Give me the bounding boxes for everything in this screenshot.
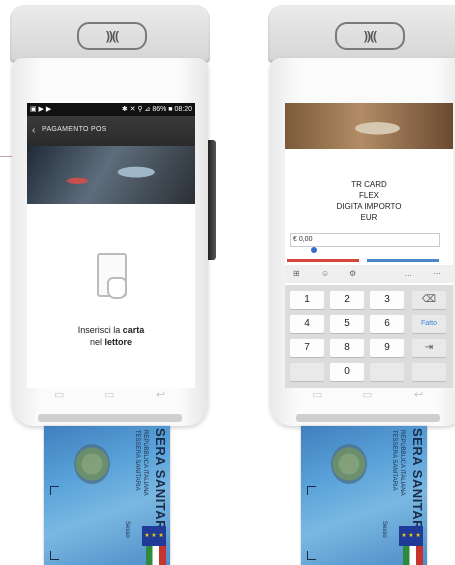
back-icon[interactable]: ↩ [156,388,165,401]
navigation-keys: ▭ ▭ ↩ [268,388,455,402]
card-type: FLEX [358,191,379,200]
hand-icon [107,277,127,299]
keyboard-toolbar-item[interactable]: ⊞ [293,269,300,278]
sex-label: Sesso [124,521,130,538]
card-name: TR CARD [351,180,387,189]
emblem-icon [74,444,110,484]
chevron-left-icon[interactable]: ‹ [32,125,35,136]
contactless-icon: ))(( [77,22,147,50]
key-0[interactable]: 0 [330,363,364,381]
header-image [285,103,453,149]
key-7[interactable]: 7 [290,339,324,357]
key-6[interactable]: 6 [370,315,404,333]
frame-corner [50,486,59,495]
italy-flag-icon [146,546,166,565]
confirm-bar[interactable] [367,259,439,262]
backspace-icon[interactable]: ⌫ [412,291,446,309]
gear-icon[interactable]: ⚙ [349,269,356,278]
app-header: ‹ PAGAMENTO POS [27,116,195,146]
card-issuer-sub: TESSERA SANITARIA [134,430,140,491]
terminal-head: ))(( [268,5,455,63]
done-button[interactable]: Fatto [412,315,446,333]
emoji-icon[interactable]: ☺ [321,269,329,278]
key-9[interactable]: 9 [370,339,404,357]
page-title: PAGAMENTO POS [42,126,107,133]
menu-icon[interactable]: ⋯ [433,269,441,278]
next-icon[interactable]: ⇥ [412,339,446,357]
home-icon[interactable]: ▭ [362,388,372,401]
recent-apps-icon[interactable]: ▭ [54,388,64,401]
eu-flag-icon: ★ ★ ★ [399,526,423,546]
key-blank[interactable] [412,363,446,381]
more-icon[interactable]: ... [405,269,412,278]
terminal-head: ))(( [10,5,210,63]
health-insurance-card: SERA SANITARIA REPUBBLICA ITALIANA TESSE… [44,426,170,565]
instruction-emphasis: carta [122,325,145,335]
frame-corner [307,551,316,560]
key-2[interactable]: 2 [330,291,364,309]
card-slot [296,414,440,422]
recent-apps-icon[interactable]: ▭ [312,388,322,401]
insert-card-icon [97,253,127,299]
card-info: TR CARD FLEX DIGITA IMPORTO EUR [285,179,453,223]
italy-flag-icon [403,546,423,565]
key-8[interactable]: 8 [330,339,364,357]
key-5[interactable]: 5 [330,315,364,333]
instruction-emphasis: lettore [104,337,133,347]
header-image [27,146,195,204]
card-issuer: REPUBBLICA ITALIANA [142,430,148,496]
emblem-icon [331,444,367,484]
contactless-icon: ))(( [335,22,405,50]
cancel-bar[interactable] [287,259,359,262]
instruction-text: Inserisci la [77,325,123,335]
card-slot [38,414,182,422]
status-bar: ▣ ▶ ▶ ✱ ✕ ⚲ ⊿ 86% ■ 08:20 [27,103,195,116]
home-icon[interactable]: ▭ [104,388,114,401]
insert-card-instruction: Inserisci la carta nel lettore [27,324,195,348]
card-issuer: REPUBBLICA ITALIANA [399,430,405,496]
cursor-handle[interactable] [311,247,317,253]
instruction-text: nel [89,337,105,347]
key-4[interactable]: 4 [290,315,324,333]
amount-input[interactable]: € 0,00 [290,233,440,247]
navigation-keys: ▭ ▭ ↩ [10,388,210,402]
amount-prompt: DIGITA IMPORTO [336,202,402,211]
frame-corner [50,551,59,560]
eu-flag-icon: ★ ★ ★ [142,526,166,546]
key-3[interactable]: 3 [370,291,404,309]
sex-label: Sesso [381,521,387,538]
side-button[interactable] [208,140,216,260]
keyboard-toolbar: ⊞ ☺ ⚙ ... ⋯ [285,265,453,283]
pos-terminal-right: ))(( TR CARD FLEX DIGITA IMPORTO EUR € 0… [268,0,455,430]
terminal-screen: TR CARD FLEX DIGITA IMPORTO EUR € 0,00 ⊞… [285,103,453,388]
status-indicators: ✱ ✕ ⚲ ⊿ 86% ■ 08:20 [121,106,192,113]
key-blank[interactable] [370,363,404,381]
card-issuer-sub: TESSERA SANITARIA [391,430,397,491]
key-blank[interactable] [290,363,324,381]
back-icon[interactable]: ↩ [414,388,423,401]
pos-terminal-left: ))(( ▣ ▶ ▶ ✱ ✕ ⚲ ⊿ 86% ■ 08:20 ‹ PAGAMEN… [10,0,216,430]
terminal-screen: ▣ ▶ ▶ ✱ ✕ ⚲ ⊿ 86% ■ 08:20 ‹ PAGAMENTO PO… [27,103,195,388]
currency-label: EUR [360,213,378,222]
health-insurance-card: SERA SANITARIA REPUBBLICA ITALIANA TESSE… [301,426,427,565]
numeric-keypad: 1 2 3 ⌫ 4 5 6 Fatto 7 8 9 ⇥ 0 [285,285,453,388]
key-1[interactable]: 1 [290,291,324,309]
frame-corner [307,486,316,495]
status-icons: ▣ ▶ ▶ [30,106,52,113]
